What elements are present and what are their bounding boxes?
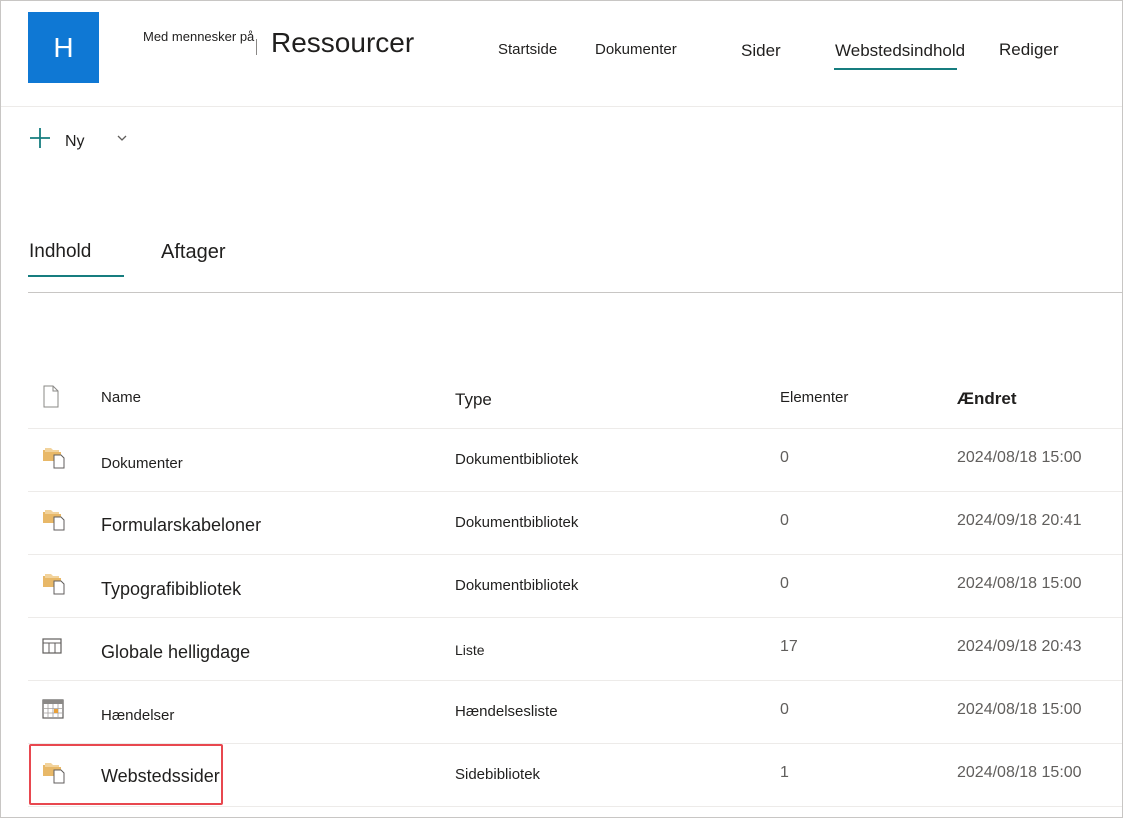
row-name[interactable]: Globale helligdage xyxy=(101,642,250,663)
row-modified: 2024/08/18 15:00 xyxy=(957,764,1082,781)
chevron-down-icon[interactable] xyxy=(115,131,129,145)
nav-item-dokumenter[interactable]: Dokumenter xyxy=(595,41,677,58)
table-row[interactable]: Typografibibliotek Dokumentbibliotek 0 2… xyxy=(28,555,1122,618)
row-type: Hændelsesliste xyxy=(455,703,558,720)
row-name[interactable]: Typografibibliotek xyxy=(101,579,241,600)
document-library-icon xyxy=(43,574,65,595)
row-items: 0 xyxy=(780,512,789,529)
file-type-icon[interactable] xyxy=(41,385,61,409)
site-header: H Med mennesker på Ressourcer Startside … xyxy=(1,1,1122,107)
new-button-label: Ny xyxy=(65,133,85,150)
row-items: 0 xyxy=(780,449,789,466)
highlight-box xyxy=(29,744,223,805)
site-subtitle: Med mennesker på xyxy=(143,29,255,44)
row-items: 0 xyxy=(780,575,789,592)
title-separator xyxy=(256,39,257,55)
row-items: 0 xyxy=(780,701,789,718)
row-type: Dokumentbibliotek xyxy=(455,577,579,594)
column-header-items[interactable]: Elementer xyxy=(780,389,848,406)
document-library-icon xyxy=(43,510,65,531)
column-header-type[interactable]: Type xyxy=(455,390,492,410)
table-row[interactable]: Hændelser Hændelsesliste 0 2024/08/18 15… xyxy=(28,681,1122,744)
column-header-modified[interactable]: Ændret xyxy=(957,389,1017,409)
row-modified: 2024/09/18 20:43 xyxy=(957,638,1082,655)
row-type: Sidebibliotek xyxy=(455,766,541,783)
table-row[interactable]: Formularskabeloner Dokumentbibliotek 0 2… xyxy=(28,492,1122,555)
plus-icon xyxy=(30,128,50,148)
nav-item-rediger[interactable]: Rediger xyxy=(999,40,1059,60)
row-type: Liste xyxy=(455,642,485,658)
row-type: Dokumentbibliotek xyxy=(455,514,579,531)
nav-selected-underline xyxy=(834,68,957,70)
tabs-divider xyxy=(28,292,1122,293)
nav-item-webstedsindhold[interactable]: Webstedsindhold xyxy=(835,41,965,61)
row-modified: 2024/08/18 15:00 xyxy=(957,575,1082,592)
tab-indhold[interactable]: Indhold xyxy=(29,241,91,263)
row-modified: 2024/08/18 15:00 xyxy=(957,449,1082,466)
table-header-row: Name Type Elementer Ændret xyxy=(28,376,1122,429)
row-modified: 2024/09/18 20:41 xyxy=(957,512,1082,529)
row-name[interactable]: Hændelser xyxy=(101,707,174,724)
tab-aftager[interactable]: Aftager xyxy=(161,241,225,264)
row-type: Dokumentbibliotek xyxy=(455,451,579,468)
row-items: 17 xyxy=(780,638,798,655)
table-row[interactable]: Globale helligdage Liste 17 2024/09/18 2… xyxy=(28,618,1122,681)
site-title[interactable]: Ressourcer xyxy=(271,27,414,59)
row-items: 1 xyxy=(780,764,789,781)
row-name[interactable]: Dokumenter xyxy=(101,455,183,472)
calendar-icon xyxy=(42,699,64,719)
row-modified: 2024/08/18 15:00 xyxy=(957,701,1082,718)
nav-item-sider[interactable]: Sider xyxy=(741,41,781,61)
tab-selected-underline xyxy=(28,275,124,277)
list-icon xyxy=(42,638,62,654)
table-row[interactable]: Dokumenter Dokumentbibliotek 0 2024/08/1… xyxy=(28,429,1122,492)
window-frame: H Med mennesker på Ressourcer Startside … xyxy=(0,0,1123,818)
site-logo[interactable]: H xyxy=(28,12,99,83)
row-name[interactable]: Formularskabeloner xyxy=(101,515,261,536)
document-library-icon xyxy=(43,448,65,469)
column-header-name[interactable]: Name xyxy=(101,389,141,406)
nav-item-startside[interactable]: Startside xyxy=(498,41,557,58)
